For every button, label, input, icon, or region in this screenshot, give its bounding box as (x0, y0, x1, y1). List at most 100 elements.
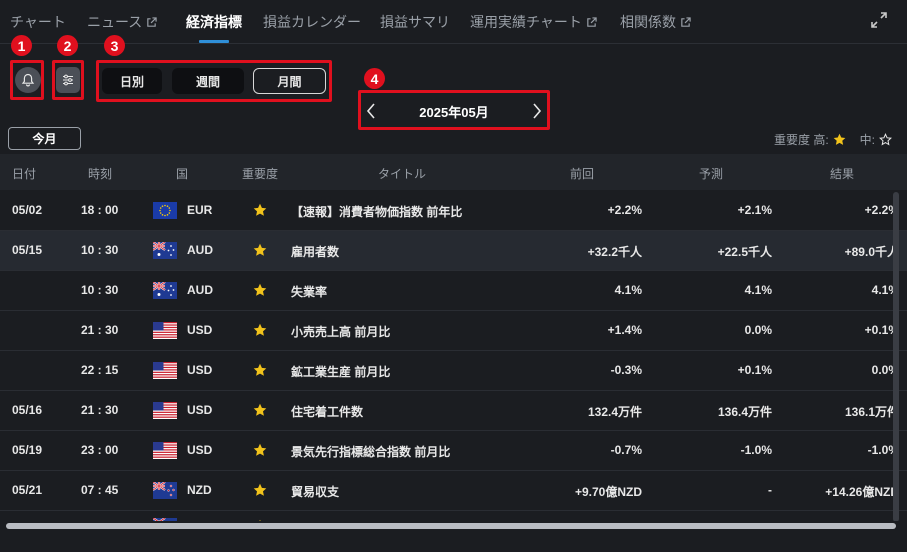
row-time: 21 : 30 (81, 403, 119, 417)
flag-us-icon (153, 362, 177, 379)
table-row[interactable]: 05/19 23 : 00 USD 景気先行指標総合指数 前月比 -0.7% -… (0, 431, 907, 471)
star-filled-icon (253, 443, 267, 456)
period-weekly-button[interactable]: 週間 (172, 68, 244, 94)
legend-mid-label: 中: (859, 133, 876, 147)
row-forecast: +0.1% (737, 363, 772, 377)
table-row[interactable]: 21 : 30 USD 小売売上高 前月比 +1.4% 0.0% +0.1% (0, 311, 907, 351)
month-navigator: 2025年05月 (362, 96, 546, 126)
annotation-badge-4: 4 (364, 68, 385, 89)
col-time: 時刻 (88, 167, 113, 181)
star-filled-icon (253, 403, 267, 416)
flag-us-icon (153, 442, 177, 459)
external-link-icon (147, 16, 157, 27)
expand-icon[interactable] (870, 11, 888, 29)
table-row[interactable]: 10 : 30 AUD 失業率 4.1% 4.1% 4.1% (0, 271, 907, 311)
sliders-icon (63, 74, 73, 86)
table-row[interactable]: 05/02 18 : 00 EUR 【速報】消費者物価指数 前年比 +2.2% … (0, 191, 907, 231)
row-result: +14.26億NZD (825, 485, 899, 499)
tab-pl-summary[interactable]: 損益サマリ (380, 12, 450, 32)
star-filled-icon (253, 203, 267, 216)
tab-chart[interactable]: チャート (10, 12, 66, 32)
row-currency: AUD (187, 243, 213, 257)
row-prev: +9.70億NZD (574, 485, 642, 499)
row-prev: +1.4% (607, 323, 642, 337)
row-title[interactable]: 【速報】消費者物価指数 前年比 (291, 203, 462, 220)
row-prev: -0.7% (610, 443, 642, 457)
bottom-area (0, 531, 907, 552)
month-label: 2025年05月 (419, 104, 489, 120)
star-filled-icon (253, 243, 267, 256)
row-forecast: 0.0% (744, 323, 772, 337)
horizontal-scrollbar[interactable] (6, 523, 896, 529)
col-title: タイトル (378, 167, 427, 181)
filter-settings-button[interactable] (56, 67, 80, 93)
legend-high-label: 重要度 高: (774, 133, 829, 147)
tab-correlation[interactable]: 相関係数 (620, 12, 691, 32)
row-date: 05/21 (12, 483, 43, 497)
annotation-badge-2: 2 (57, 35, 78, 56)
row-prev: -0.3% (610, 363, 642, 377)
star-filled-icon (253, 483, 267, 496)
tab-news[interactable]: ニュース (87, 12, 157, 32)
tab-economic-indicators-label: 経済指標 (186, 14, 242, 30)
row-title[interactable]: 鉱工業生産 前月比 (291, 363, 390, 380)
tab-economic-indicators[interactable]: 経済指標 (186, 12, 242, 32)
row-title[interactable]: 貿易収支 (291, 483, 339, 500)
alert-button[interactable] (15, 67, 41, 93)
chevron-right-icon (533, 103, 542, 119)
period-daily-button[interactable]: 日別 (102, 68, 162, 94)
flag-nz-icon (153, 482, 177, 499)
row-title[interactable]: 雇用者数 (291, 243, 339, 260)
row-date: 05/16 (12, 403, 43, 417)
period-monthly-button[interactable]: 月間 (253, 68, 326, 94)
importance-legend: 重要度 高: 中: (774, 131, 892, 148)
row-date: 05/19 (12, 443, 43, 457)
external-link-icon (681, 16, 691, 27)
row-time: 22 : 15 (81, 363, 119, 377)
next-month-button[interactable] (528, 99, 546, 123)
star-filled-icon (253, 323, 267, 336)
table-row[interactable]: 05/21 07 : 45 NZD 貿易収支 +9.70億NZD - +14.2… (0, 471, 907, 511)
row-date: 05/02 (12, 203, 43, 217)
row-prev: +32.2千人 (587, 245, 642, 259)
tab-performance-chart[interactable]: 運用実績チャート (470, 12, 597, 32)
row-title[interactable]: 小売売上高 前月比 (291, 323, 390, 340)
row-currency: USD (187, 443, 213, 457)
annotation-badge-3: 3 (104, 35, 125, 56)
row-title[interactable]: 失業率 (291, 283, 327, 300)
prev-month-button[interactable] (362, 99, 380, 123)
tab-pl-summary-label: 損益サマリ (380, 14, 450, 30)
tab-bar: チャート ニュース 経済指標 損益カレンダー 損益サマリ 運用実績チャート 相関… (0, 0, 907, 44)
row-prev: 4.1% (614, 283, 642, 297)
col-date: 日付 (12, 167, 37, 181)
row-title[interactable]: 住宅着工件数 (291, 403, 363, 420)
row-date: 05/15 (12, 243, 43, 257)
row-time: 21 : 30 (81, 323, 119, 337)
external-link-icon (587, 16, 597, 27)
table-row[interactable]: 05/15 10 : 30 AUD 雇用者数 +32.2千人 +22.5千人 +… (0, 231, 907, 271)
row-forecast: - (768, 483, 772, 497)
table-header: 日付 時刻 国 重要度 タイトル 前回 予測 結果 (0, 154, 907, 190)
vertical-scrollbar[interactable] (893, 192, 899, 522)
row-forecast: 4.1% (744, 283, 772, 297)
annotation-badge-1: 1 (11, 35, 32, 56)
row-forecast: +2.1% (737, 203, 772, 217)
tab-pl-calendar[interactable]: 損益カレンダー (263, 12, 361, 32)
chevron-left-icon (366, 103, 375, 119)
table-row[interactable]: 05/16 21 : 30 USD 住宅着工件数 132.4万件 136.4万件… (0, 391, 907, 431)
row-time: 10 : 30 (81, 243, 119, 257)
col-country: 国 (176, 167, 189, 181)
row-forecast: +22.5千人 (717, 245, 772, 259)
row-forecast: -1.0% (740, 443, 772, 457)
row-forecast: 136.4万件 (717, 405, 772, 419)
this-month-button[interactable]: 今月 (8, 127, 81, 150)
row-title[interactable]: 景気先行指標総合指数 前月比 (291, 443, 450, 460)
flag-eu-icon (153, 202, 177, 219)
row-time: 10 : 30 (81, 283, 119, 297)
col-result: 結果 (830, 167, 855, 181)
table-row[interactable]: 22 : 15 USD 鉱工業生産 前月比 -0.3% +0.1% 0.0% (0, 351, 907, 391)
row-result: 136.1万件 (844, 405, 899, 419)
flag-us-icon (153, 402, 177, 419)
row-result: +89.0千人 (844, 245, 899, 259)
tab-performance-chart-label: 運用実績チャート (470, 14, 582, 30)
